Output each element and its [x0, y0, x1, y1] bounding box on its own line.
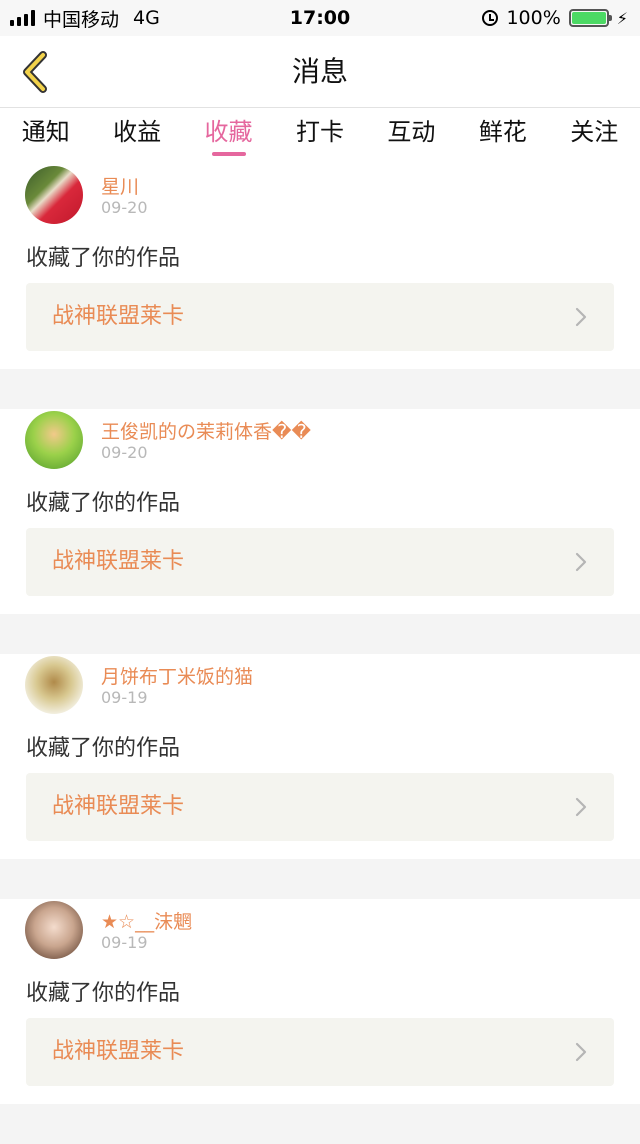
- tab-flowers[interactable]: 鲜花: [457, 108, 548, 164]
- tab-earnings[interactable]: 收益: [91, 108, 182, 164]
- carrier-name: 中国移动: [43, 8, 120, 31]
- username[interactable]: 月饼布丁米饭的猫: [101, 662, 253, 689]
- message-date: 09-19: [101, 688, 148, 707]
- tab-checkin[interactable]: 打卡: [274, 108, 365, 164]
- action-text: 收藏了你的作品: [26, 491, 181, 516]
- work-link[interactable]: 战神联盟莱卡: [26, 283, 614, 351]
- work-title: 战神联盟莱卡: [52, 1039, 185, 1064]
- back-button[interactable]: [14, 50, 54, 94]
- message-card: 王俊凯的の茉莉体香�� 09-20 收藏了你的作品 战神联盟莱卡: [0, 409, 640, 614]
- action-text: 收藏了你的作品: [26, 981, 181, 1006]
- alarm-icon: [482, 10, 499, 26]
- action-text: 收藏了你的作品: [26, 246, 181, 271]
- battery-percent: 100%: [506, 7, 561, 29]
- tab-bar: 通知 收益 收藏 打卡 互动 鲜花 关注: [0, 108, 640, 164]
- status-left: 中国移动 4G: [10, 0, 160, 36]
- message-date: 09-20: [101, 198, 148, 217]
- work-link[interactable]: 战神联盟莱卡: [26, 773, 614, 841]
- status-bar: 中国移动 4G 17:00 100% ⚡: [0, 0, 640, 36]
- charging-icon: ⚡: [616, 8, 628, 28]
- network-type: 4G: [133, 7, 160, 29]
- avatar[interactable]: [25, 166, 83, 224]
- avatar[interactable]: [25, 411, 83, 469]
- message-date: 09-19: [101, 933, 148, 952]
- message-list: 星川 09-20 收藏了你的作品 战神联盟莱卡 王俊凯的の茉莉体香�� 09-2…: [0, 164, 640, 1144]
- work-title: 战神联盟莱卡: [52, 304, 185, 329]
- battery-icon: [568, 9, 612, 27]
- tab-favorites[interactable]: 收藏: [183, 108, 274, 164]
- work-title: 战神联盟莱卡: [52, 549, 185, 574]
- avatar[interactable]: [25, 901, 83, 959]
- chevron-right-icon: [575, 1042, 587, 1062]
- avatar[interactable]: [25, 656, 83, 714]
- tab-notice[interactable]: 通知: [0, 108, 91, 164]
- nav-bar: 消息: [0, 36, 640, 108]
- username[interactable]: 王俊凯的の茉莉体香��: [101, 417, 311, 444]
- tab-follow[interactable]: 关注: [549, 108, 640, 164]
- chevron-left-icon: [23, 51, 47, 93]
- work-title: 战神联盟莱卡: [52, 794, 185, 819]
- work-link[interactable]: 战神联盟莱卡: [26, 528, 614, 596]
- status-right: 100% ⚡: [482, 0, 628, 36]
- battery-fill: [571, 12, 606, 24]
- username[interactable]: ★☆__沫魍: [101, 907, 192, 934]
- username[interactable]: 星川: [101, 172, 139, 199]
- chevron-right-icon: [575, 307, 587, 327]
- message-date: 09-20: [101, 443, 148, 462]
- message-card: ★☆__沫魍 09-19 收藏了你的作品 战神联盟莱卡: [0, 899, 640, 1104]
- message-card: 月饼布丁米饭的猫 09-19 收藏了你的作品 战神联盟莱卡: [0, 654, 640, 859]
- message-card: 星川 09-20 收藏了你的作品 战神联盟莱卡: [0, 164, 640, 369]
- action-text: 收藏了你的作品: [26, 736, 181, 761]
- chevron-right-icon: [575, 797, 587, 817]
- page-title: 消息: [291, 55, 348, 88]
- work-link[interactable]: 战神联盟莱卡: [26, 1018, 614, 1086]
- tab-interaction[interactable]: 互动: [366, 108, 457, 164]
- signal-icon: [10, 10, 35, 26]
- chevron-right-icon: [575, 552, 587, 572]
